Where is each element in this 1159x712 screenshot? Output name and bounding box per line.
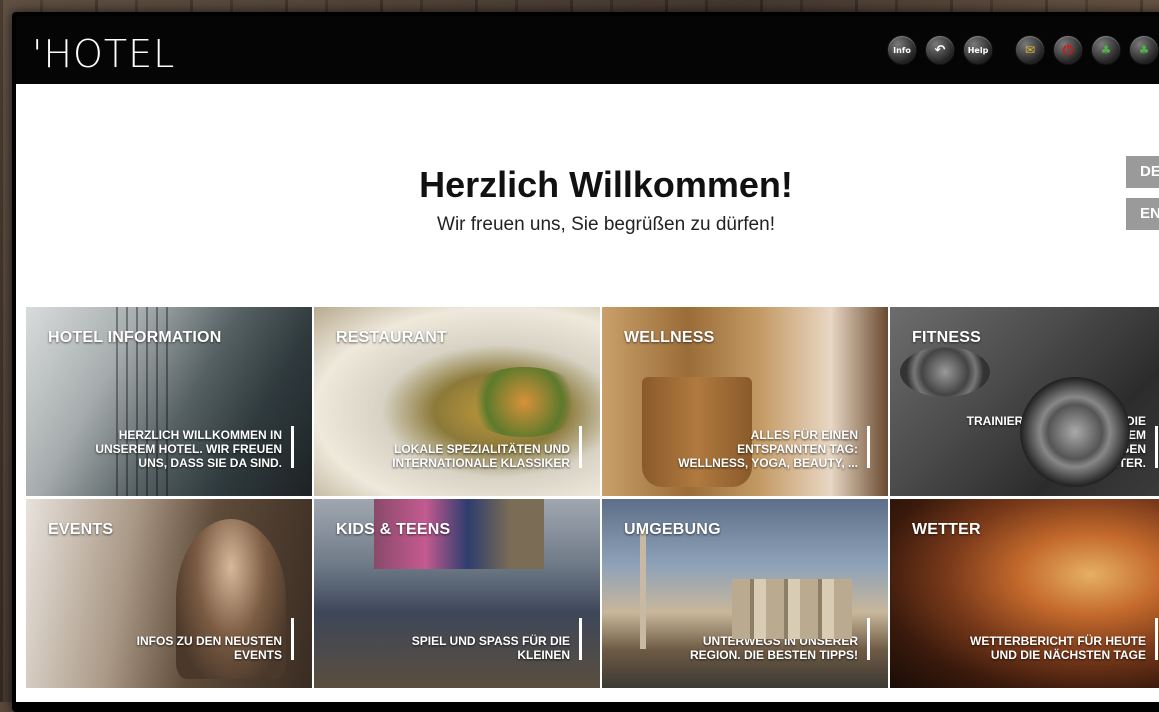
tile-title: RESTAURANT	[336, 329, 448, 346]
info-home-icon[interactable]: Info	[887, 35, 917, 65]
tile-kids-teens[interactable]: KIDS & TEENS SPIEL UND SPASS FÜR DIE KLE…	[314, 499, 600, 688]
tile-accent-bar	[867, 426, 870, 468]
leaf-icon[interactable]: ♣	[1091, 35, 1121, 65]
help-icon[interactable]: Help	[963, 35, 993, 65]
tile-accent-bar	[291, 426, 294, 468]
tile-description: SPIEL UND SPASS FÜR DIE KLEINEN	[411, 634, 570, 662]
tile-description: WETTERBERICHT FÜR HEUTE UND DIE NÄCHSTEN…	[970, 634, 1146, 662]
tile-title: EVENTS	[48, 521, 114, 538]
info-home-label: Info	[893, 45, 911, 55]
welcome-block: Herzlich Willkommen! Wir freuen uns, Sie…	[16, 164, 1159, 236]
welcome-subtitle: Wir freuen uns, Sie begrüßen zu dürfen!	[437, 214, 775, 235]
tile-description: LOKALE SPEZIALITÄTEN UND INTERNATIONALE …	[392, 442, 570, 470]
mail-symbol: ✉	[1024, 43, 1036, 57]
tile-description: TRAINIEREN SIE RUND UM DIE UHR IN UNSERE…	[966, 414, 1146, 470]
tile-accent-bar	[867, 618, 870, 660]
tile-description: INFOS ZU DEN NEUSTEN EVENTS	[136, 634, 282, 662]
mail-icon[interactable]: ✉	[1015, 35, 1045, 65]
tile-accent-bar	[579, 426, 582, 468]
tile-description: UNTERWEGS IN UNSERER REGION. DIE BESTEN …	[689, 634, 858, 662]
tile-description: ALLES FÜR EINEN ENTSPANNTEN TAG: WELLNES…	[678, 428, 858, 470]
leaf-icon-2[interactable]: ♣	[1129, 35, 1159, 65]
language-de-button[interactable]: DE	[1126, 156, 1159, 188]
help-label: Help	[967, 45, 989, 55]
header-icons: Info ↶ Help ✉ ⏻ ♣ ♣	[887, 35, 1159, 65]
leaf-symbol: ♣	[1100, 43, 1112, 57]
back-symbol: ↶	[934, 42, 946, 58]
tile-accent-bar	[579, 618, 582, 660]
tile-title: UMGEBUNG	[624, 521, 721, 538]
back-icon[interactable]: ↶	[925, 35, 955, 65]
tile-wetter[interactable]: WETTER WETTERBERICHT FÜR HEUTE UND DIE N…	[890, 499, 1159, 688]
power-symbol: ⏻	[1062, 42, 1074, 58]
tile-title: WELLNESS	[624, 329, 715, 346]
leaf-symbol-2: ♣	[1138, 43, 1150, 57]
tile-umgebung[interactable]: UMGEBUNG UNTERWEGS IN UNSERER REGION. DI…	[602, 499, 888, 688]
tile-title: KIDS & TEENS	[336, 521, 451, 538]
power-icon[interactable]: ⏻	[1053, 35, 1083, 65]
tile-accent-bar	[1155, 426, 1158, 468]
hotel-logo: 'HOTEL	[32, 32, 176, 76]
tile-hotel-information[interactable]: HOTEL INFORMATION HERZLICH WILLKOMMEN IN…	[26, 307, 312, 496]
tile-accent-bar	[1155, 618, 1158, 660]
tile-wellness[interactable]: WELLNESS ALLES FÜR EINEN ENTSPANNTEN TAG…	[602, 307, 888, 496]
tile-title: WETTER	[912, 521, 981, 538]
tile-title: HOTEL INFORMATION	[48, 329, 222, 346]
tile-description: HERZLICH WILLKOMMEN IN UNSEREM HOTEL. WI…	[95, 428, 282, 470]
main-content: Herzlich Willkommen! Wir freuen uns, Sie…	[16, 84, 1159, 702]
tile-events[interactable]: EVENTS INFOS ZU DEN NEUSTEN EVENTS	[26, 499, 312, 688]
tile-accent-bar	[291, 618, 294, 660]
welcome-title: Herzlich Willkommen!	[419, 164, 793, 205]
language-en-button[interactable]: EN	[1126, 198, 1159, 230]
tile-restaurant[interactable]: RESTAURANT LOKALE SPEZIALITÄTEN UND INTE…	[314, 307, 600, 496]
header-bar: 'HOTEL Info ↶ Help ✉ ⏻ ♣ ♣	[16, 16, 1159, 84]
category-grid: HOTEL INFORMATION HERZLICH WILLKOMMEN IN…	[26, 307, 1159, 688]
tile-title: FITNESS	[912, 329, 981, 346]
tile-fitness[interactable]: FITNESS TRAINIEREN SIE RUND UM DIE UHR I…	[890, 307, 1159, 496]
